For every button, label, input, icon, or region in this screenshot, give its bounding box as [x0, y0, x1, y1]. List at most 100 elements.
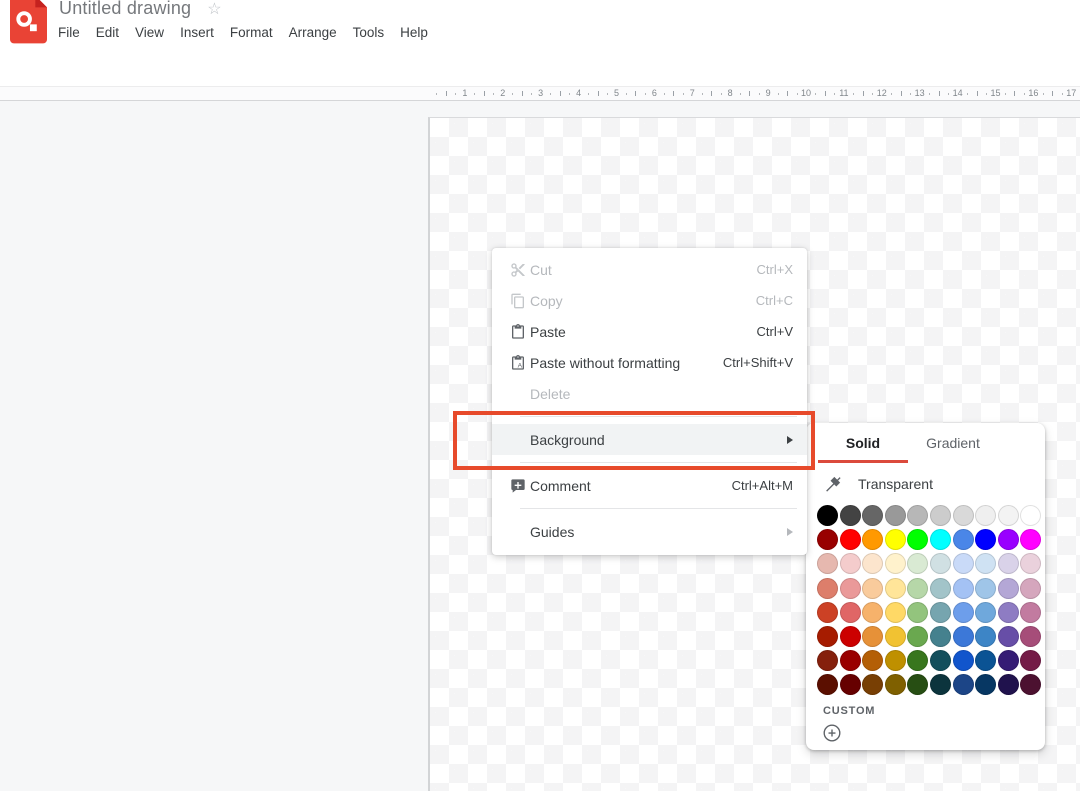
- color-swatch[interactable]: [975, 601, 997, 623]
- color-swatch[interactable]: [997, 529, 1019, 551]
- color-swatch[interactable]: [975, 650, 997, 672]
- color-swatch[interactable]: [884, 625, 906, 647]
- color-swatch[interactable]: [952, 625, 974, 647]
- color-swatch[interactable]: [907, 553, 929, 575]
- context-menu-item-comment[interactable]: Comment Ctrl+Alt+M: [492, 470, 807, 501]
- color-swatch[interactable]: [1020, 601, 1042, 623]
- menu-help[interactable]: Help: [392, 23, 436, 42]
- color-swatch[interactable]: [952, 529, 974, 551]
- transparent-option[interactable]: Transparent: [806, 463, 1045, 503]
- color-swatch[interactable]: [952, 674, 974, 696]
- color-swatch[interactable]: [862, 553, 884, 575]
- tab-gradient[interactable]: Gradient: [908, 423, 998, 463]
- color-swatch[interactable]: [907, 529, 929, 551]
- color-swatch[interactable]: [929, 650, 951, 672]
- context-menu-item-delete[interactable]: Delete: [492, 378, 807, 409]
- context-menu-item-copy[interactable]: Copy Ctrl+C: [492, 285, 807, 316]
- color-swatch[interactable]: [862, 650, 884, 672]
- plus-circle-icon[interactable]: [821, 722, 843, 744]
- color-swatch[interactable]: [1020, 577, 1042, 599]
- menu-arrange[interactable]: Arrange: [281, 23, 345, 42]
- color-swatch[interactable]: [884, 529, 906, 551]
- color-swatch[interactable]: [907, 601, 929, 623]
- color-swatch[interactable]: [839, 553, 861, 575]
- color-swatch[interactable]: [907, 674, 929, 696]
- menu-edit[interactable]: Edit: [88, 23, 127, 42]
- menu-insert[interactable]: Insert: [172, 23, 222, 42]
- color-swatch[interactable]: [884, 577, 906, 599]
- color-swatch[interactable]: [1020, 625, 1042, 647]
- color-swatch[interactable]: [884, 553, 906, 575]
- color-swatch[interactable]: [862, 601, 884, 623]
- color-swatch[interactable]: [975, 577, 997, 599]
- color-swatch[interactable]: [975, 625, 997, 647]
- color-swatch[interactable]: [884, 650, 906, 672]
- drawings-logo-icon[interactable]: [10, 0, 47, 44]
- color-swatch[interactable]: [817, 625, 838, 647]
- color-swatch[interactable]: [862, 529, 884, 551]
- menu-tools[interactable]: Tools: [345, 23, 393, 42]
- color-swatch[interactable]: [907, 650, 929, 672]
- color-swatch[interactable]: [929, 553, 951, 575]
- color-swatch[interactable]: [839, 529, 861, 551]
- color-swatch[interactable]: [839, 601, 861, 623]
- star-outline-icon[interactable]: ☆: [207, 0, 221, 19]
- color-swatch[interactable]: [997, 577, 1019, 599]
- color-swatch[interactable]: [929, 674, 951, 696]
- color-swatch[interactable]: [952, 505, 974, 526]
- color-swatch[interactable]: [817, 529, 838, 551]
- color-swatch[interactable]: [817, 577, 838, 599]
- color-swatch[interactable]: [997, 601, 1019, 623]
- color-swatch[interactable]: [997, 505, 1019, 526]
- context-menu-item-background[interactable]: Background: [492, 424, 807, 455]
- color-swatch[interactable]: [997, 650, 1019, 672]
- color-swatch[interactable]: [997, 674, 1019, 696]
- color-swatch[interactable]: [1020, 650, 1042, 672]
- context-menu-item-paste-without-formatting[interactable]: A Paste without formatting Ctrl+Shift+V: [492, 347, 807, 378]
- menu-view[interactable]: View: [127, 23, 172, 42]
- color-swatch[interactable]: [907, 625, 929, 647]
- menu-file[interactable]: File: [50, 23, 88, 42]
- color-swatch[interactable]: [839, 505, 861, 526]
- color-swatch[interactable]: [952, 577, 974, 599]
- color-swatch[interactable]: [817, 650, 838, 672]
- color-swatch[interactable]: [839, 674, 861, 696]
- color-swatch[interactable]: [997, 553, 1019, 575]
- color-swatch[interactable]: [1020, 505, 1042, 526]
- color-swatch[interactable]: [929, 505, 951, 526]
- color-swatch[interactable]: [862, 674, 884, 696]
- color-swatch[interactable]: [929, 529, 951, 551]
- color-swatch[interactable]: [952, 601, 974, 623]
- color-swatch[interactable]: [929, 577, 951, 599]
- color-swatch[interactable]: [884, 505, 906, 526]
- color-swatch[interactable]: [862, 625, 884, 647]
- color-swatch[interactable]: [817, 674, 838, 696]
- color-swatch[interactable]: [952, 553, 974, 575]
- color-swatch[interactable]: [1020, 529, 1042, 551]
- color-swatch[interactable]: [952, 650, 974, 672]
- context-menu-item-paste[interactable]: Paste Ctrl+V: [492, 316, 807, 347]
- color-swatch[interactable]: [884, 601, 906, 623]
- color-swatch[interactable]: [975, 674, 997, 696]
- color-swatch[interactable]: [839, 650, 861, 672]
- context-menu-item-guides[interactable]: Guides: [492, 516, 807, 547]
- color-swatch[interactable]: [862, 577, 884, 599]
- color-swatch[interactable]: [907, 505, 929, 526]
- color-swatch[interactable]: [884, 674, 906, 696]
- color-swatch[interactable]: [817, 505, 838, 526]
- context-menu-item-cut[interactable]: Cut Ctrl+X: [492, 254, 807, 285]
- tab-solid[interactable]: Solid: [818, 423, 908, 463]
- color-swatch[interactable]: [839, 625, 861, 647]
- menu-format[interactable]: Format: [222, 23, 281, 42]
- color-swatch[interactable]: [907, 577, 929, 599]
- color-swatch[interactable]: [929, 601, 951, 623]
- color-swatch[interactable]: [839, 577, 861, 599]
- color-swatch[interactable]: [1020, 553, 1042, 575]
- color-swatch[interactable]: [817, 553, 838, 575]
- color-swatch[interactable]: [975, 505, 997, 526]
- color-swatch[interactable]: [862, 505, 884, 526]
- document-title[interactable]: Untitled drawing: [59, 0, 191, 19]
- color-swatch[interactable]: [929, 625, 951, 647]
- color-swatch[interactable]: [997, 625, 1019, 647]
- color-swatch[interactable]: [975, 553, 997, 575]
